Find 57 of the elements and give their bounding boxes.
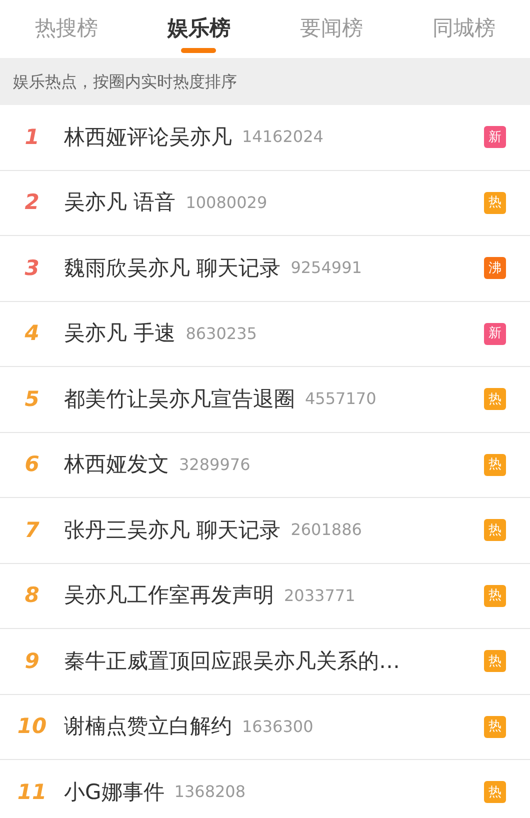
heat-count: 10080029: [186, 192, 268, 214]
list-row[interactable]: 8 吴亦凡工作室再发声明 2033771 热: [0, 564, 530, 629]
topic-title: 吴亦凡 语音: [64, 189, 176, 216]
rank-number: 2: [24, 189, 40, 216]
status-badge: 热: [484, 716, 506, 738]
status-badge: 热: [484, 454, 506, 476]
topic-title: 林西娅发文: [64, 451, 169, 478]
list-row[interactable]: 6 林西娅发文 3289976 热: [0, 432, 530, 498]
heat-count: 2033771: [284, 584, 356, 607]
rank-number: 7: [24, 516, 40, 544]
topic-title: 小G娜事件: [64, 778, 164, 806]
topic-title: 张丹三吴亦凡 聊天记录: [64, 516, 281, 544]
topic-title: 林西娅评论吴亦凡: [64, 124, 232, 150]
rank-number: 1: [24, 124, 40, 150]
status-badge: 热: [484, 781, 506, 804]
list-row[interactable]: 5 都美竹让吴亦凡宣告退圈 4557170 热: [0, 367, 530, 432]
heat-count: 1636300: [242, 716, 314, 738]
rank-number: 10: [16, 713, 48, 740]
status-badge: 热: [484, 192, 506, 214]
heat-count: 1368208: [174, 781, 246, 804]
status-badge: 新: [484, 126, 506, 148]
topic-title: 吴亦凡 手速: [64, 320, 176, 347]
list-row[interactable]: 9 秦牛正威置顶回应跟吴亦凡关系的… 热: [0, 629, 530, 694]
status-badge: 新: [484, 322, 506, 345]
topic-title: 都美竹让吴亦凡宣告退圈: [64, 386, 295, 412]
topic-title: 吴亦凡工作室再发声明: [64, 582, 274, 609]
rank-number: 8: [24, 582, 40, 609]
heat-count: 14162024: [242, 126, 324, 148]
list-row[interactable]: 2 吴亦凡 语音 10080029 热: [0, 170, 530, 236]
list-row[interactable]: 7 张丹三吴亦凡 聊天记录 2601886 热: [0, 498, 530, 564]
list-row[interactable]: 11 小G娜事件 1368208 热: [0, 760, 530, 818]
tab[interactable]: 娱乐榜: [132, 0, 265, 58]
status-badge: 热: [484, 388, 506, 410]
heat-count: 3289976: [179, 454, 250, 476]
rank-number: 6: [24, 451, 40, 478]
topic-title: 魏雨欣吴亦凡 聊天记录: [64, 254, 281, 282]
topic-title: 秦牛正威置顶回应跟吴亦凡关系的…: [64, 648, 400, 674]
status-badge: 热: [484, 650, 506, 672]
list-row[interactable]: 1 林西娅评论吴亦凡 14162024 新: [0, 105, 530, 170]
list-row[interactable]: 3 魏雨欣吴亦凡 聊天记录 9254991 沸: [0, 236, 530, 302]
rank-number: 9: [24, 648, 40, 674]
rank-number: 11: [16, 778, 48, 806]
rank-number: 3: [24, 254, 40, 282]
status-badge: 热: [484, 519, 506, 542]
heat-count: 2601886: [290, 519, 362, 542]
subtitle: 娱乐热点，按圈内实时热度排序: [13, 70, 237, 92]
status-badge: 沸: [484, 257, 506, 280]
rank-number: 5: [24, 386, 40, 412]
topic-title: 谢楠点赞立白解约: [64, 713, 232, 740]
list-row[interactable]: 4 吴亦凡 手速 8630235 新: [0, 302, 530, 367]
heat-count: 4557170: [305, 388, 376, 410]
rank-number: 4: [24, 320, 40, 347]
heat-count: 9254991: [290, 257, 362, 280]
tab-indicator: [181, 48, 216, 54]
list-row[interactable]: 10 谢楠点赞立白解约 1636300 热: [0, 694, 530, 760]
heat-count: 8630235: [186, 322, 257, 345]
status-badge: 热: [484, 584, 506, 607]
